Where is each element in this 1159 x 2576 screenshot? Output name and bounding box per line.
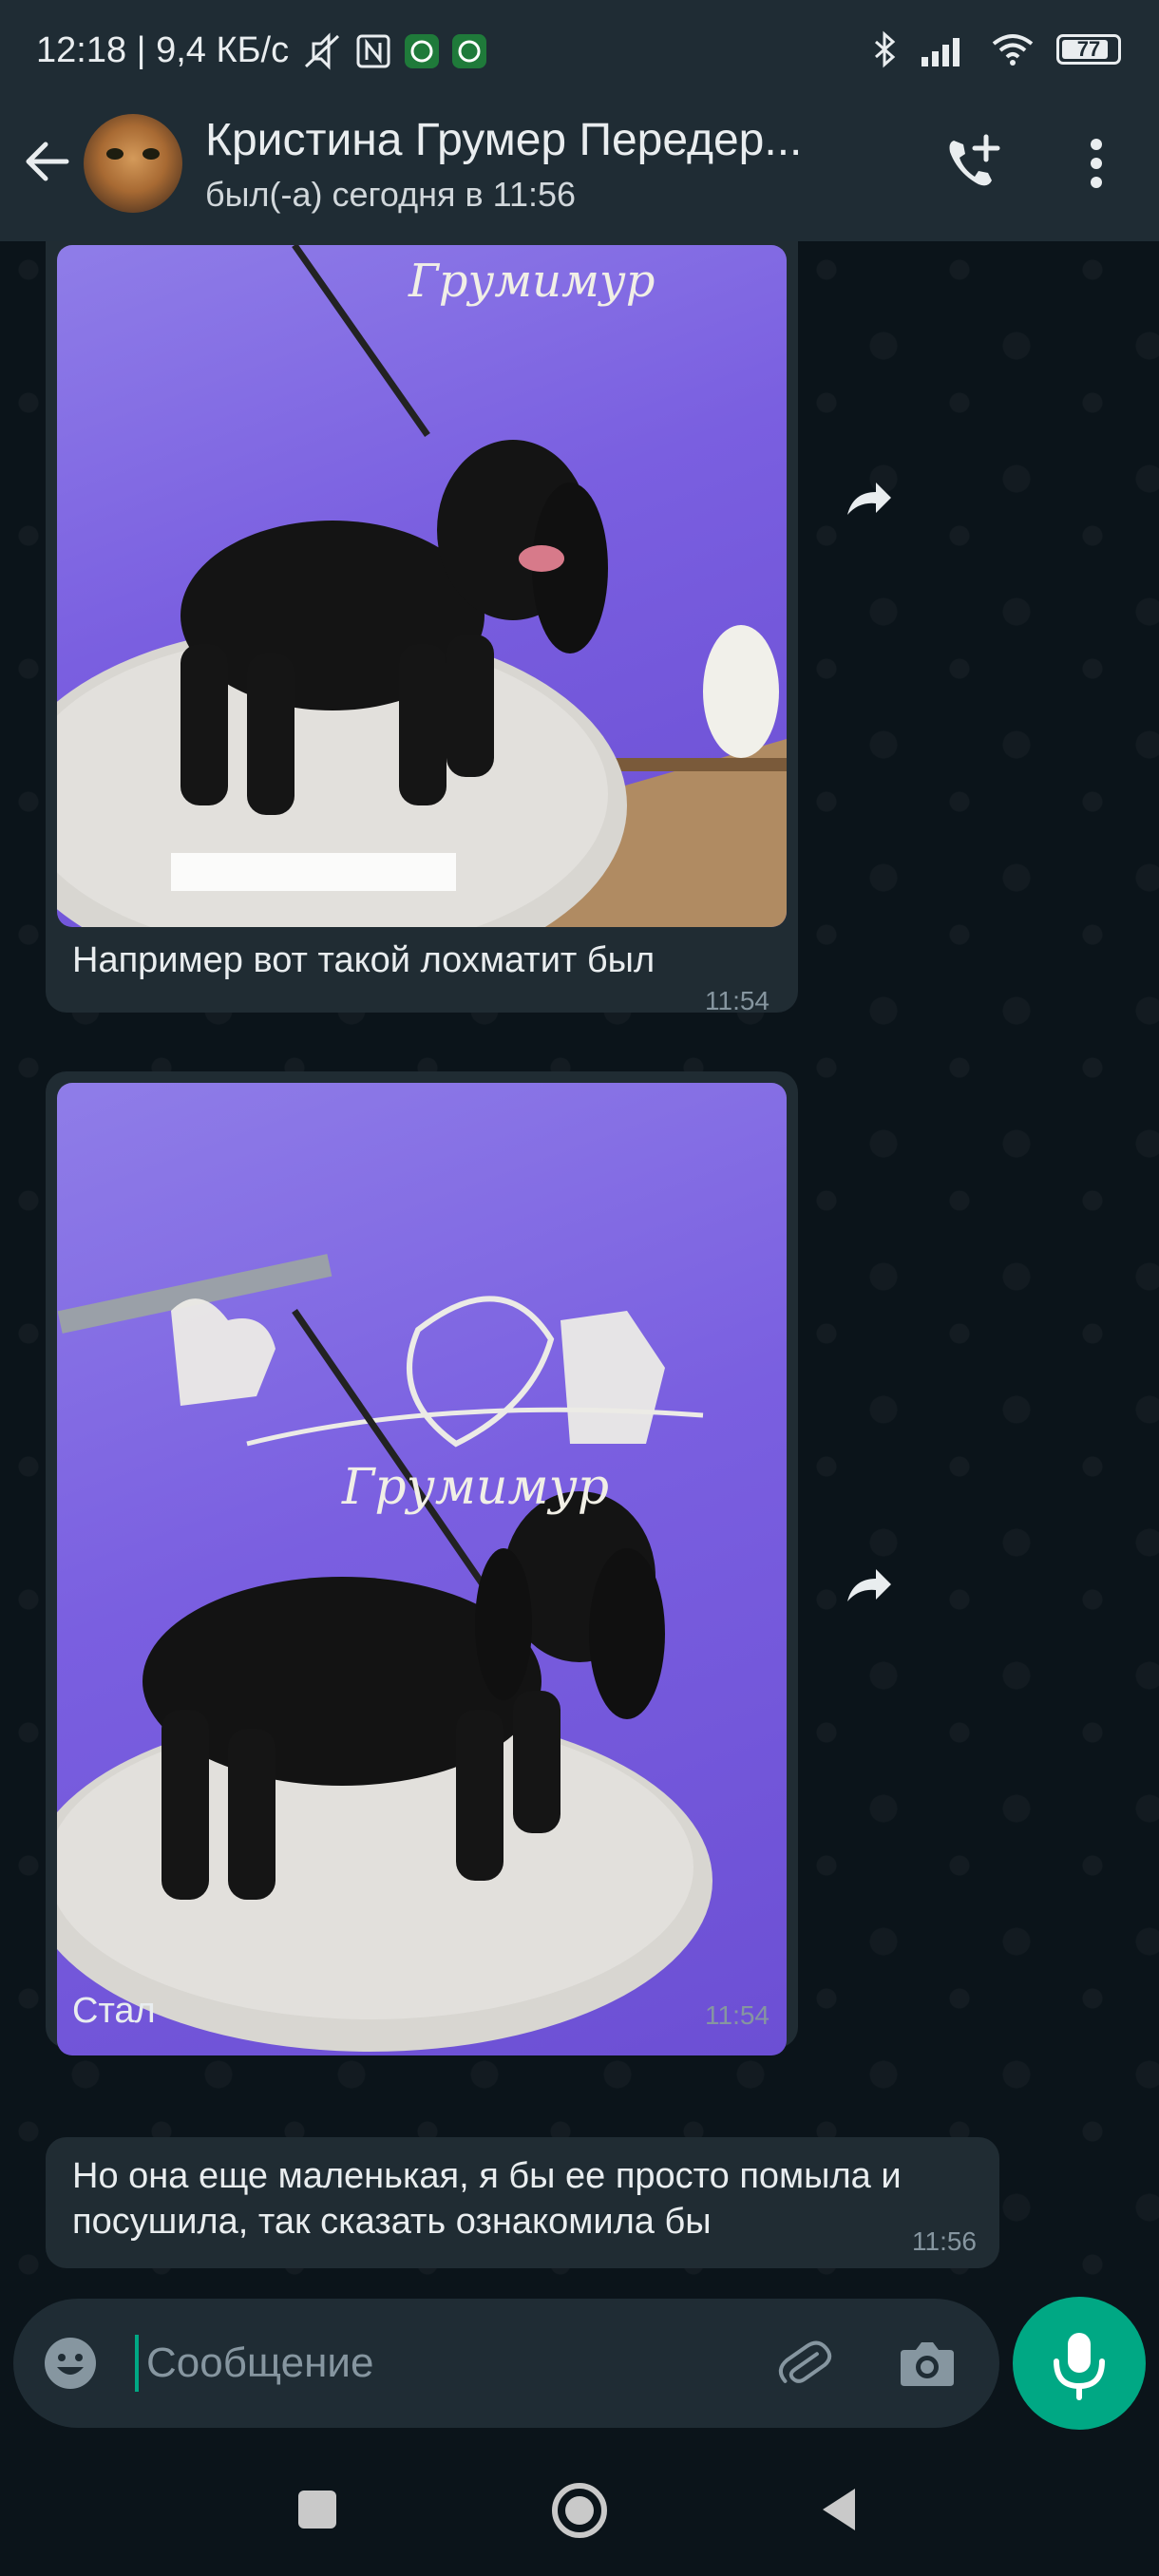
dog-photo-illustration <box>57 1254 712 2052</box>
message-caption: Стал <box>72 1991 156 2031</box>
photo-logo-text: Грумимур <box>408 255 656 308</box>
message-time: 11:56 <box>912 2226 977 2256</box>
status-time-speed: 12:18 | 9,4 КБ/с <box>36 30 290 70</box>
paperclip-icon[interactable] <box>773 2333 834 2394</box>
microphone-icon <box>1054 2333 1105 2400</box>
system-nav-bar <box>0 2443 1159 2576</box>
bluetooth-icon <box>875 30 896 68</box>
image-message[interactable]: Грумимур Стал 11:54 <box>46 1071 798 2055</box>
photo-logo-text: Грумимур <box>342 1459 610 1516</box>
dog-photo-illustration <box>57 245 787 927</box>
message-time: 11:54 <box>705 986 770 1015</box>
signal-icon <box>922 38 960 66</box>
contact-name[interactable]: Кристина Грумер Передер... <box>205 114 802 166</box>
whatsapp-notification-icon <box>405 33 440 68</box>
dog-photo-before[interactable]: Грумимур <box>57 245 787 927</box>
recents-square-icon[interactable] <box>289 2481 346 2538</box>
text-message[interactable]: Но она еще маленькая, я бы ее просто пом… <box>46 2137 999 2268</box>
status-right: 77 <box>872 30 1121 68</box>
text-cursor <box>135 2335 139 2392</box>
battery-icon: 77 <box>1056 34 1121 65</box>
camera-icon[interactable] <box>897 2333 958 2394</box>
chat-header: Кристина Грумер Передер... был(-а) сегод… <box>0 104 1159 241</box>
message-text-line: посушила, так сказать ознакомила бы <box>72 2202 712 2242</box>
forward-icon[interactable] <box>828 1548 904 1624</box>
add-call-icon[interactable] <box>940 131 1005 196</box>
nfc-icon <box>356 34 390 67</box>
image-message[interactable]: Грумимур Например вот такой лохматит был… <box>46 241 798 1015</box>
wifi-icon <box>992 34 1034 66</box>
emoji-icon[interactable] <box>42 2335 99 2392</box>
battery-level: 77 <box>1076 37 1101 61</box>
dog-photo-after[interactable]: Грумимур <box>57 1083 787 2055</box>
home-circle-icon[interactable] <box>546 2477 613 2544</box>
message-caption: Например вот такой лохматит был <box>72 940 656 980</box>
menu-dots-icon[interactable] <box>1070 131 1123 196</box>
status-bar: 12:18 | 9,4 КБ/с 77 <box>0 0 1159 104</box>
status-left: 12:18 | 9,4 КБ/с <box>36 30 487 71</box>
voice-record-button[interactable] <box>1013 2297 1146 2430</box>
last-seen[interactable]: был(-а) сегодня в 11:56 <box>205 175 576 215</box>
back-triangle-icon[interactable] <box>813 2481 870 2538</box>
message-time: 11:54 <box>705 2000 770 2030</box>
chat-area[interactable]: Грумимур Например вот такой лохматит был… <box>0 241 1159 2302</box>
message-composer <box>13 2299 999 2428</box>
message-input[interactable] <box>146 2327 754 2399</box>
whatsapp-notification-icon <box>452 33 487 68</box>
back-arrow-icon[interactable] <box>21 133 78 190</box>
forward-icon[interactable] <box>828 462 904 538</box>
message-text-line: Но она еще маленькая, я бы ее просто пом… <box>72 2156 902 2196</box>
mute-icon <box>305 31 340 70</box>
avatar[interactable] <box>84 114 182 213</box>
